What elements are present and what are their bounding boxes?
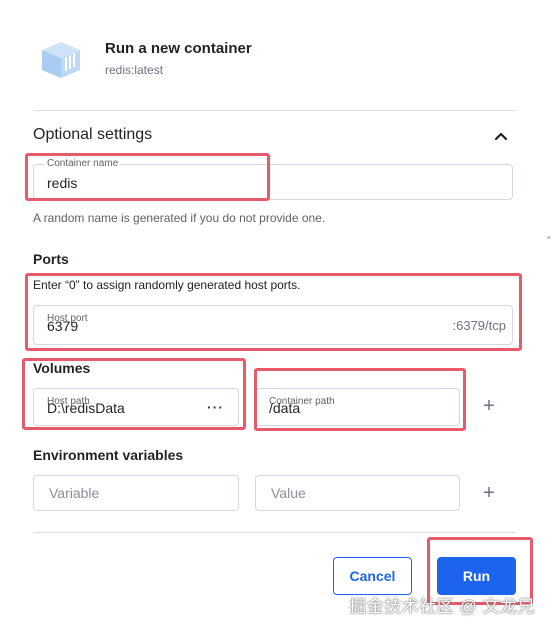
cancel-button[interactable]: Cancel: [333, 557, 412, 595]
optional-settings-title: Optional settings: [33, 126, 153, 143]
container-path-field[interactable]: Container path /data: [255, 388, 460, 426]
scroll-edge-mark: [547, 236, 551, 239]
volumes-title: Volumes: [33, 360, 91, 376]
host-path-value[interactable]: D:\redisData: [47, 400, 125, 416]
host-port-field[interactable]: Host port 6379 :6379/tcp: [33, 305, 513, 345]
container-box-icon: [38, 40, 84, 80]
add-env-button[interactable]: +: [479, 483, 499, 503]
ports-title: Ports: [33, 251, 69, 267]
dialog-title: Run a new container: [105, 40, 252, 57]
host-path-field[interactable]: Host path D:\redisData ···: [33, 388, 239, 426]
watermark-text: 掘金技术社区 @ 文龙兄: [349, 597, 535, 616]
ports-helper: Enter “0” to assign randomly generated h…: [33, 278, 301, 292]
browse-button[interactable]: ···: [207, 399, 224, 415]
image-tag: redis:latest: [105, 63, 164, 77]
env-variable-field[interactable]: Variable: [33, 475, 239, 511]
run-container-dialog: Run a new container redis:latest Optiona…: [0, 0, 551, 631]
add-volume-button[interactable]: +: [479, 396, 499, 416]
container-name-field[interactable]: Container name redis: [33, 158, 513, 200]
footer-divider: [33, 532, 516, 533]
env-value-placeholder[interactable]: Value: [271, 485, 306, 501]
collapse-toggle-button[interactable]: [491, 126, 511, 146]
container-name-value[interactable]: redis: [47, 175, 77, 191]
env-value-field[interactable]: Value: [255, 475, 460, 511]
run-button[interactable]: Run: [437, 557, 516, 595]
container-name-label: Container name: [45, 158, 121, 169]
chevron-up-icon: [494, 132, 508, 141]
container-name-helper: A random name is generated if you do not…: [33, 211, 326, 225]
header-divider: [33, 110, 516, 111]
env-title: Environment variables: [33, 447, 184, 463]
container-port-suffix: :6379/tcp: [452, 318, 507, 333]
host-port-value[interactable]: 6379: [47, 318, 78, 334]
env-variable-placeholder[interactable]: Variable: [49, 485, 99, 501]
container-path-value[interactable]: /data: [269, 400, 300, 416]
